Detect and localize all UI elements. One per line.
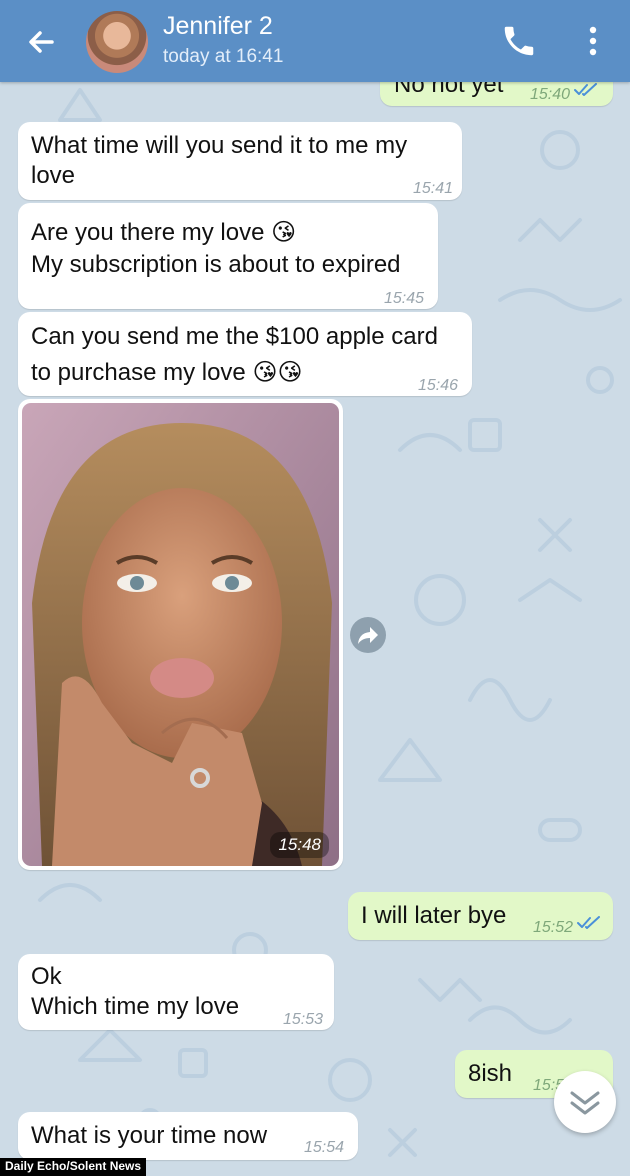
message-bubble-incoming[interactable]: Are you there my love 😘 My subscription … [18,203,438,309]
back-button[interactable] [22,22,62,62]
message-text: 8ish [468,1060,513,1087]
message-time: 15:52 [533,919,574,936]
photo-time: 15:48 [270,832,329,858]
message-text: Ok Which time my love [31,963,240,1020]
message-time: 15:54 [304,1139,345,1156]
share-icon [358,627,378,644]
chevron-double-down-icon [570,1091,600,1115]
message-bubble-incoming[interactable]: Ok Which time my love 15:53 [18,954,334,1030]
message-bubble-incoming[interactable]: What time will you send it to me my love… [18,122,462,200]
message-time: 15:41 [413,180,454,197]
double-check-icon [577,916,600,929]
contact-name[interactable]: Jennifer 2 [163,12,273,41]
message-text: Are you there my love 😘 My subscription … [31,219,401,278]
scroll-down-button[interactable] [554,1071,616,1133]
selfie-photo [22,403,339,866]
message-time: 15:53 [283,1011,324,1028]
share-button[interactable] [350,617,386,653]
last-seen-status: today at 16:41 [163,46,284,67]
message-time: 15:46 [418,377,459,394]
message-text: Can you send me the $100 apple card to p… [31,323,438,386]
photo-message[interactable]: 15:48 [18,399,343,870]
message-time: 15:40 [530,86,571,103]
arrow-left-icon [29,31,54,53]
message-text: What time will you send it to me my love [31,132,408,189]
more-vertical-icon [589,26,597,56]
call-button[interactable] [500,22,538,60]
message-time: 15:45 [384,290,425,307]
double-check-icon [574,83,597,96]
message-bubble-incoming[interactable]: Can you send me the $100 apple card to p… [18,312,472,396]
photo-thumbnail[interactable]: 15:48 [22,403,339,866]
message-text: What is your time now [31,1122,268,1149]
phone-icon [504,26,534,56]
chat-header: Jennifer 2 today at 16:41 [0,0,630,82]
avatar[interactable] [86,11,148,73]
message-text: I will later bye [361,902,507,929]
message-bubble-outgoing[interactable]: I will later bye 15:52 [348,892,613,940]
photo-credit: Daily Echo/Solent News [0,1158,147,1176]
message-bubble-incoming[interactable]: What is your time now 15:54 [18,1112,358,1160]
more-options-button[interactable] [582,22,604,60]
